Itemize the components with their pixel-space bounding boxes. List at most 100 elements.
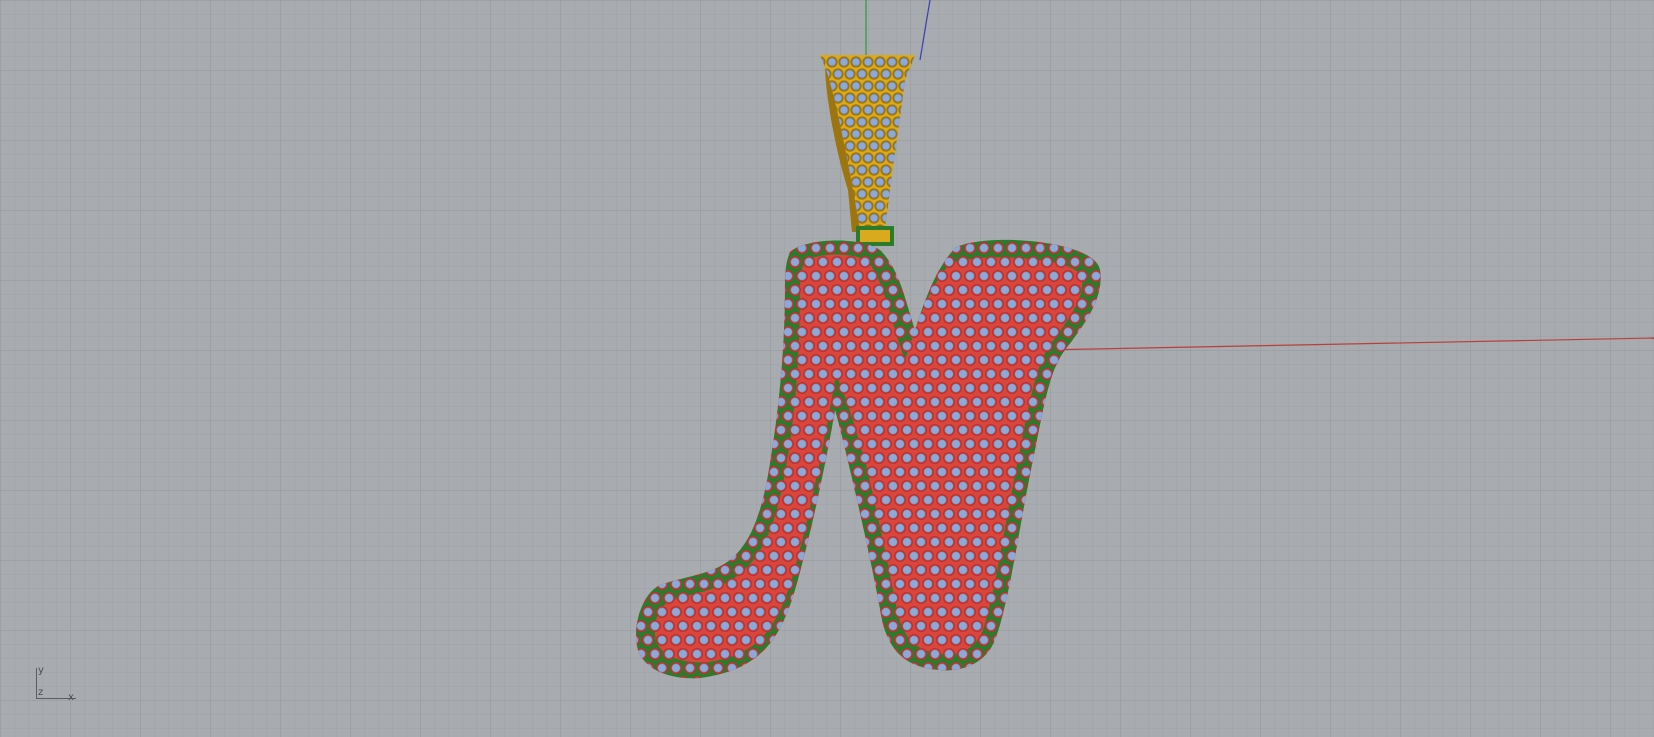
perspective-viewport[interactable]: y z x [0, 0, 1654, 737]
gem-stone [944, 425, 954, 435]
gem-stone [937, 523, 947, 533]
gem-stone [993, 271, 1003, 281]
gem-stone [832, 285, 842, 295]
gem-stone [902, 341, 912, 351]
gem-stone [909, 439, 919, 449]
gem-stone [846, 453, 856, 463]
gem-stone [783, 383, 793, 393]
gem-stone [664, 649, 674, 659]
gem-stone [888, 509, 898, 519]
gem-stone [923, 635, 933, 645]
gem-stone [958, 257, 968, 267]
gem-stone [881, 141, 891, 151]
gem-stone [790, 453, 800, 463]
gem-stone [1056, 341, 1066, 351]
gem-stone [818, 369, 828, 379]
gem-stone [986, 621, 996, 631]
gem-stone [804, 425, 814, 435]
gem-stone [1000, 285, 1010, 295]
gem-stone [986, 341, 996, 351]
gem-stone [958, 341, 968, 351]
gem-stone [839, 355, 849, 365]
gem-stone [748, 565, 758, 575]
gem-stone [790, 369, 800, 379]
gem-stone [853, 327, 863, 337]
gem-stone [972, 397, 982, 407]
gem-stone [790, 257, 800, 267]
gem-stone [1070, 285, 1080, 295]
gem-stone [893, 93, 903, 103]
gem-stone [867, 411, 877, 421]
gem-stone [769, 551, 779, 561]
gem-stone [825, 411, 835, 421]
gem-stone [1035, 271, 1045, 281]
gem-stone [902, 369, 912, 379]
gem-stone [874, 369, 884, 379]
gem-stone [937, 439, 947, 449]
gem-stone [1042, 285, 1052, 295]
gem-stone [825, 327, 835, 337]
gem-stone [857, 189, 867, 199]
gem-stone [958, 397, 968, 407]
gem-stone [895, 607, 905, 617]
gem-stone [797, 327, 807, 337]
gem-stone [713, 663, 723, 673]
gem-stone [839, 299, 849, 309]
gem-stone [972, 621, 982, 631]
gem-stone [902, 425, 912, 435]
gem-stone [916, 481, 926, 491]
gem-stone [902, 313, 912, 323]
gem-stone [1056, 257, 1066, 267]
gem-stone [769, 523, 779, 533]
gem-stone [853, 299, 863, 309]
gem-stone [979, 523, 989, 533]
gem-stone [944, 285, 954, 295]
gem-stone [888, 285, 898, 295]
gem-stone [874, 425, 884, 435]
gem-stone [895, 355, 905, 365]
gem-stone [1056, 313, 1066, 323]
gem-stone [851, 57, 861, 67]
gem-stone [902, 565, 912, 575]
gem-stone [930, 481, 940, 491]
gem-stone [958, 369, 968, 379]
gem-stone [762, 565, 772, 575]
gem-stone [874, 313, 884, 323]
gem-stone [804, 509, 814, 519]
gem-stone [1007, 439, 1017, 449]
gem-stone [869, 69, 879, 79]
viewport-canvas[interactable] [0, 0, 1654, 737]
gem-stone [853, 271, 863, 281]
gem-stone [937, 551, 947, 561]
gem-stone [1007, 383, 1017, 393]
gem-stone [643, 635, 653, 645]
gem-stone [755, 635, 765, 645]
gizmo-y-line [36, 668, 37, 698]
gem-stone [863, 129, 873, 139]
gem-stone [839, 383, 849, 393]
gem-stone [804, 341, 814, 351]
gem-stone [874, 537, 884, 547]
gem-stone [860, 509, 870, 519]
gem-stone [839, 411, 849, 421]
gem-stone [923, 355, 933, 365]
gem-stone [951, 439, 961, 449]
gem-stone [881, 523, 891, 533]
gem-stone [734, 649, 744, 659]
gem-stone [1028, 397, 1038, 407]
gem-stone [972, 257, 982, 267]
gem-stone [1000, 341, 1010, 351]
gem-stone [755, 523, 765, 533]
gem-stone [776, 481, 786, 491]
gem-stone [1007, 271, 1017, 281]
gem-stone [699, 663, 709, 673]
gem-stone [783, 327, 793, 337]
gem-stone [685, 607, 695, 617]
gem-stone [944, 565, 954, 575]
gem-stone [762, 509, 772, 519]
gem-stone [902, 453, 912, 463]
gem-stone [851, 177, 861, 187]
gizmo-x-label: x [68, 692, 74, 703]
gem-stone [923, 523, 933, 533]
gem-stone [790, 397, 800, 407]
